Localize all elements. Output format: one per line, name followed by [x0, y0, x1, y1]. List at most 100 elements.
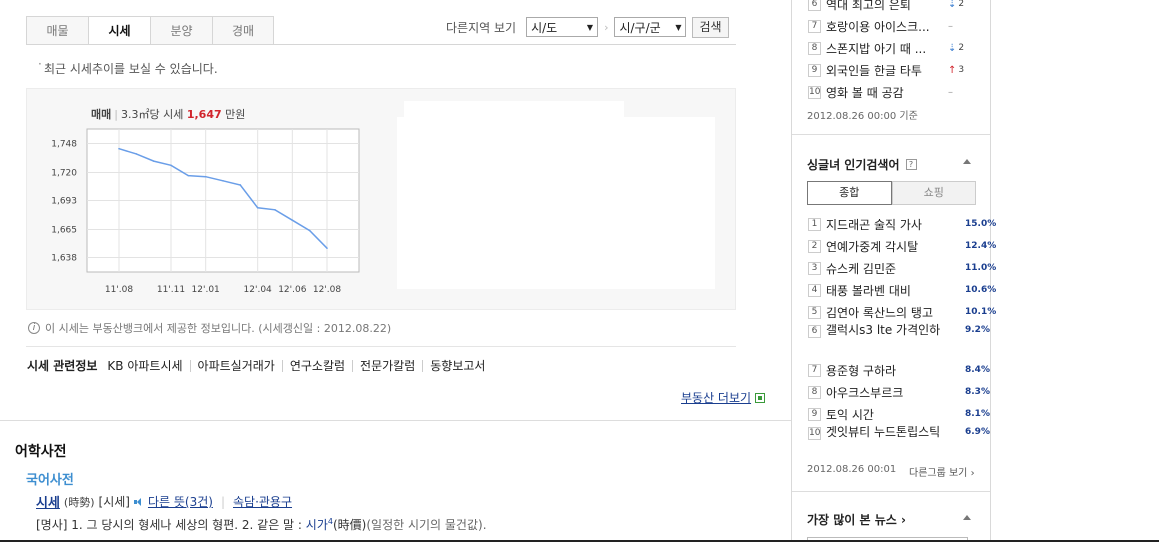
- top-keyword-list: 6 역대 최고의 은퇴 ⇣ 2 7 호랑이용 아이스크... –8 스폰지밥 아기 때 ...…: [808, 0, 978, 103]
- top-keyword-item[interactable]: 7 호랑이용 아이스크... –: [808, 15, 978, 37]
- definition-suffix: (일정한 시기의 물건값).: [366, 518, 487, 532]
- more-realestate-link[interactable]: 부동산 더보기: [681, 389, 766, 406]
- collapse-icon[interactable]: [963, 515, 971, 520]
- rank-change: –: [948, 87, 955, 98]
- arrow-up-icon: ↑: [948, 64, 957, 76]
- x-tick-label: 12'.04: [244, 285, 273, 294]
- y-tick-label: 1,665: [51, 226, 77, 236]
- keyword-text: 용준형 구하라: [826, 363, 897, 378]
- rank-number: 1: [808, 217, 821, 231]
- collapse-icon[interactable]: [963, 159, 971, 164]
- single-search-item[interactable]: 7 용준형 구하라 8.4%: [808, 359, 990, 381]
- sido-select[interactable]: 시/도 ▼: [526, 17, 599, 37]
- search-percent: 8.4%: [965, 365, 990, 375]
- single-search-item[interactable]: 6 갤럭시s3 lte 가격인하 9.2%: [808, 323, 990, 359]
- price-tabs: 매물 시세 분양 경매: [26, 16, 274, 45]
- data-point: [308, 229, 311, 232]
- no-change-icon: –: [948, 86, 953, 98]
- tab-listing[interactable]: 매물: [26, 16, 88, 45]
- chart-header: 매매 | 3.3㎡당 시세 1,647 만원: [91, 108, 246, 121]
- keyword-text: 지드래곤 술직 가사: [826, 217, 922, 232]
- data-point: [326, 247, 328, 249]
- top-keyword-item[interactable]: 6 역대 최고의 은퇴 ⇣ 2: [808, 0, 978, 15]
- x-tick-label: 12'.06: [278, 285, 307, 294]
- keyword-text: 갤럭시s3 lte 가격인하: [826, 323, 941, 337]
- price-line-chart: 1,748 1,720 1,693 1,665 1,638 11'.08 11'.11 12'…: [51, 128, 360, 294]
- rank-number: 7: [808, 19, 821, 33]
- keyword-text: 김연아 록산느의 탱고: [826, 305, 933, 320]
- keyword-text: 외국인들 한글 타투: [826, 63, 922, 78]
- external-link-icon: [755, 392, 766, 403]
- rank-change-value: 2: [958, 0, 965, 9]
- single-search-item[interactable]: 1 지드래곤 술직 가사 15.0%: [808, 213, 996, 235]
- tab-auction[interactable]: 경매: [212, 16, 274, 45]
- top-keyword-item[interactable]: 9 외국인들 한글 타투 ↑ 3: [808, 59, 978, 81]
- y-tick-label: 1,720: [51, 169, 77, 179]
- top-keyword-item[interactable]: 8 스폰지밥 아기 때 ... ⇣ 2: [808, 37, 978, 59]
- data-point: [170, 164, 172, 167]
- keyword-text: 영화 볼 때 공감: [826, 85, 904, 100]
- link-trend-report[interactable]: 동향보고서: [422, 359, 492, 372]
- region-search-button[interactable]: 검색: [692, 16, 729, 38]
- top-keyword-item[interactable]: 10 영화 볼 때 공감 –: [808, 81, 978, 103]
- sigungu-select[interactable]: 시/구/군 ▼: [614, 17, 687, 37]
- rank-number: 3: [808, 261, 821, 275]
- keyword-text: 연예가중계 각시탈: [826, 239, 919, 254]
- unit-area: 3.3㎡당 시세: [120, 108, 184, 121]
- divider: |: [220, 494, 225, 509]
- single-search-title-text: 싱글녀 인기검색어: [807, 158, 900, 172]
- ad-banner-top: [404, 101, 624, 173]
- single-search-subtabs: 종합 쇼핑: [807, 181, 976, 205]
- word-hanja: (時勢): [63, 495, 95, 509]
- tab-market-price[interactable]: 시세: [88, 16, 150, 45]
- help-icon[interactable]: ?: [905, 159, 917, 170]
- single-search-item[interactable]: 5 김연아 록산느의 탱고 10.1%: [808, 301, 996, 323]
- right-sidebar: 6 역대 최고의 은퇴 ⇣ 2 7 호랑이용 아이스크... –8 스폰지밥 아기 때 ...…: [792, 0, 996, 542]
- subtab-shopping[interactable]: 쇼핑: [891, 181, 976, 205]
- rank-number: 2: [808, 239, 821, 253]
- x-tick-label: 11'.11: [157, 285, 185, 294]
- search-percent: 9.2%: [965, 325, 990, 335]
- search-percent: 12.4%: [965, 241, 997, 251]
- definition-link[interactable]: 시가: [306, 518, 328, 532]
- chevron-down-icon: ▼: [586, 22, 594, 32]
- dictionary-word[interactable]: 시세: [36, 492, 60, 511]
- rank-number: 9: [808, 63, 821, 77]
- link-apt-real-trade[interactable]: 아파트실거래가: [189, 359, 282, 372]
- link-research-column[interactable]: 연구소칼럼: [281, 359, 352, 372]
- dictionary-title: 어학사전: [15, 444, 67, 460]
- rank-number: 8: [808, 41, 821, 55]
- subtab-overall[interactable]: 종합: [807, 181, 892, 205]
- korean-dictionary-link[interactable]: 국어사전: [26, 469, 74, 488]
- y-tick-label: 1,693: [51, 197, 77, 207]
- divider: [26, 346, 736, 347]
- data-point: [135, 153, 138, 155]
- speaker-icon[interactable]: [133, 497, 144, 507]
- related-head: 시세 관련정보: [27, 359, 98, 373]
- link-kb-apt-price[interactable]: KB 아파트시세: [107, 360, 189, 372]
- most-viewed-news-title[interactable]: 가장 많이 본 뉴스 ›: [807, 511, 906, 528]
- search-percent: 15.0%: [965, 219, 997, 229]
- rank-number: 6: [808, 325, 821, 338]
- rank-number: 10: [808, 85, 821, 99]
- tab-presale[interactable]: 분양: [150, 16, 212, 45]
- price-unit: 만원: [225, 108, 246, 121]
- single-search-item[interactable]: 2 연예가중계 각시탈 12.4%: [808, 235, 996, 257]
- chevron-down-icon: ▼: [675, 22, 682, 32]
- single-search-item[interactable]: 10 겟잇뷰티 누드톤립스틱 6.9%: [808, 425, 990, 461]
- rank-number: 8: [808, 385, 821, 399]
- other-group-link[interactable]: 다른그룹 보기 ›: [909, 464, 975, 479]
- single-search-item[interactable]: 8 아우크스부르크 8.3%: [808, 381, 990, 403]
- search-percent: 8.1%: [965, 409, 990, 419]
- more-realestate-label: 부동산 더보기: [681, 391, 752, 405]
- rank-number: 10: [808, 427, 821, 440]
- single-search-item[interactable]: 3 슈스케 김민준 11.0%: [808, 257, 996, 279]
- proverb-link[interactable]: 속담·관용구: [233, 493, 292, 510]
- single-search-item[interactable]: 9 토익 시간 8.1%: [808, 403, 990, 425]
- link-expert-column[interactable]: 전문가칼럼: [352, 359, 422, 372]
- rank-number: 4: [808, 283, 821, 297]
- data-point: [256, 206, 259, 209]
- data-point: [274, 209, 276, 211]
- other-meanings-link[interactable]: 다른 뜻(3건): [148, 493, 213, 510]
- single-search-item[interactable]: 4 태풍 볼라벤 대비 10.6%: [808, 279, 996, 301]
